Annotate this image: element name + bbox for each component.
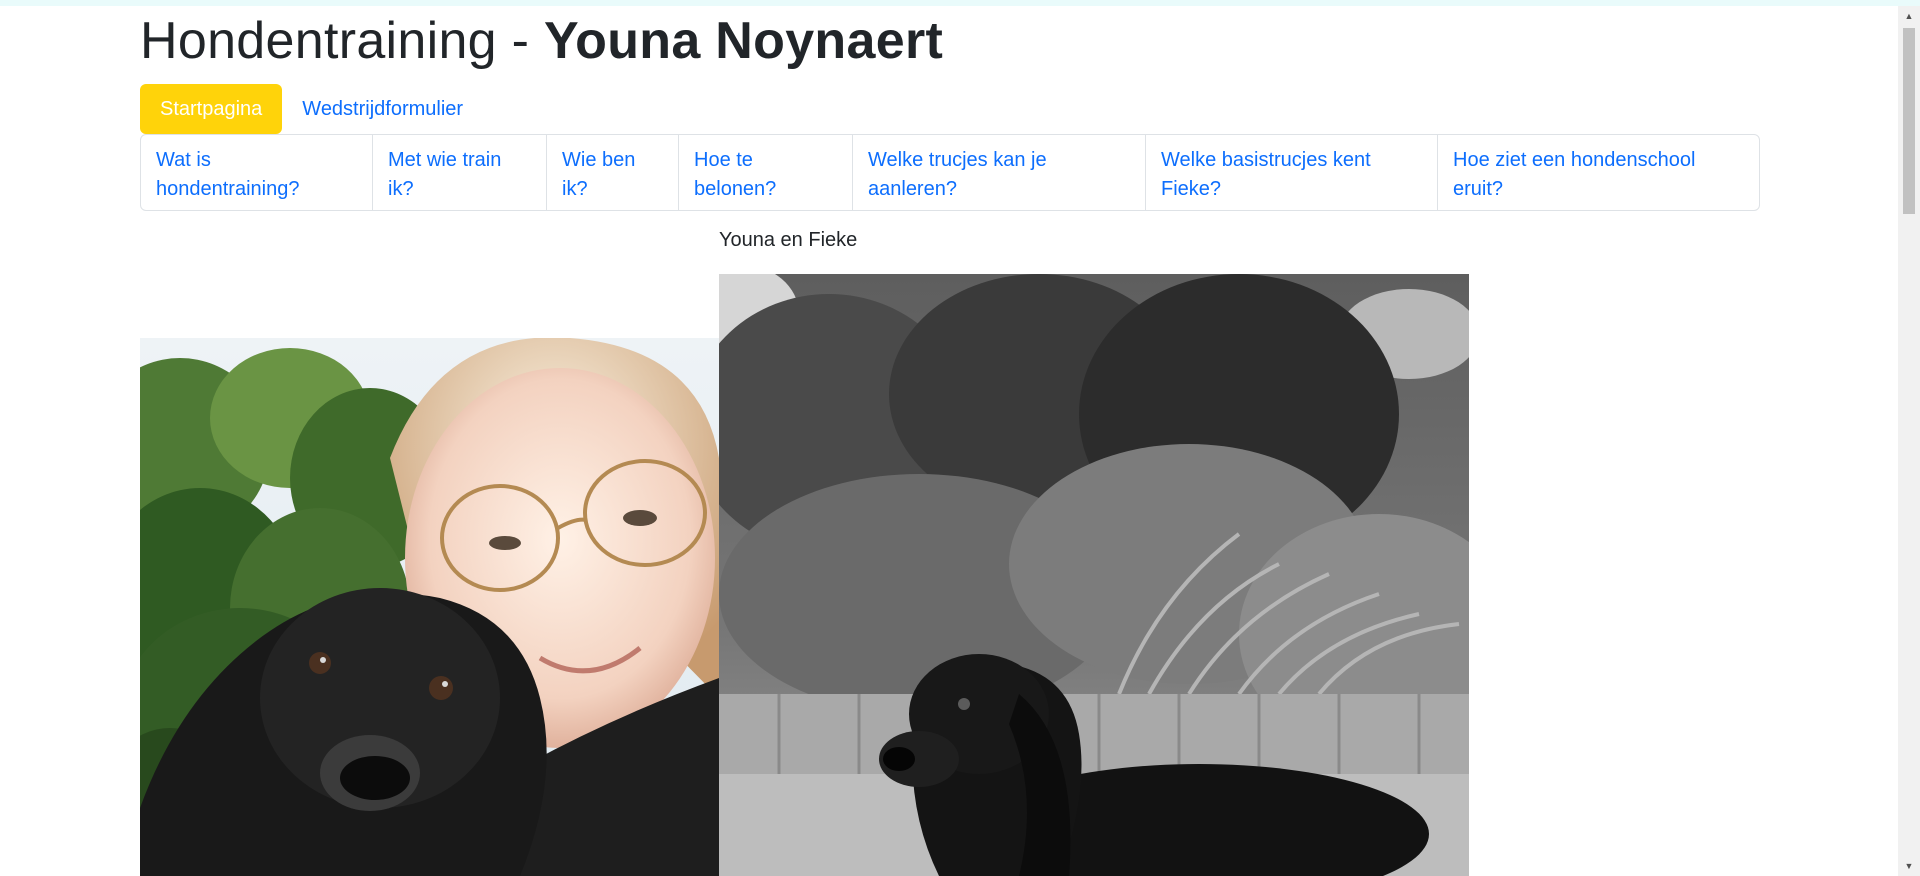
nav-pills: Startpagina Wedstrijdformulier — [140, 84, 1760, 134]
tab-hoe-te-belonen[interactable]: Hoe te belonen? — [679, 135, 853, 210]
scroll-down-arrow-icon[interactable]: ▼ — [1903, 860, 1915, 872]
scroll-up-arrow-icon[interactable]: ▲ — [1903, 10, 1915, 22]
nav-pill-wedstrijdformulier[interactable]: Wedstrijdformulier — [282, 84, 483, 134]
tab-wie-ben-ik[interactable]: Wie ben ik? — [547, 135, 679, 210]
photo-caption: Youna en Fieke — [719, 229, 858, 251]
tab-welke-basistrucjes[interactable]: Welke basistrucjes kent Fieke? — [1146, 135, 1438, 210]
dog-photo — [719, 274, 1469, 876]
tab-met-wie-train-ik[interactable]: Met wie train ik? — [373, 135, 547, 210]
title-name: Youna Noynaert — [544, 12, 944, 70]
scroll-thumb[interactable] — [1903, 28, 1915, 214]
page-title: Hondentraining - Youna Noynaert — [140, 9, 1760, 73]
tab-hoe-ziet-hondenschool[interactable]: Hoe ziet een hondenschool eruit? — [1438, 135, 1759, 210]
section-tabs: Wat is hondentraining? Met wie train ik?… — [140, 134, 1760, 211]
page-container: Hondentraining - Youna Noynaert Startpag… — [140, 6, 1760, 211]
nav-pill-startpagina[interactable]: Startpagina — [140, 84, 283, 134]
tab-welke-trucjes[interactable]: Welke trucjes kan je aanleren? — [853, 135, 1146, 210]
tab-wat-is-hondentraining[interactable]: Wat is hondentraining? — [141, 135, 373, 210]
title-prefix: Hondentraining - — [140, 12, 545, 70]
page-scrollbar[interactable]: ▲ ▼ — [1898, 6, 1920, 876]
selfie-photo — [140, 338, 719, 876]
